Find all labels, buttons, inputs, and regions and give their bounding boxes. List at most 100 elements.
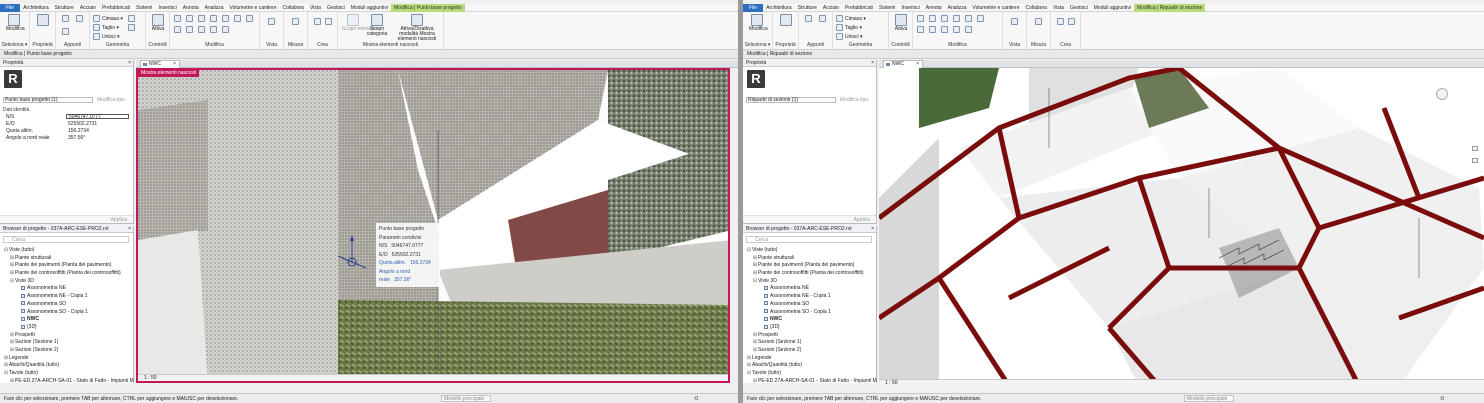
- tree-item[interactable]: ⊞Piante strutturali: [746, 255, 872, 263]
- tree-item[interactable]: ⊞Sezioni (Sezione 1): [3, 339, 129, 347]
- tree-item[interactable]: Assonometria NE - Copia 1: [3, 293, 129, 301]
- delete-icon[interactable]: [965, 26, 972, 33]
- move-icon[interactable]: [953, 15, 960, 22]
- cimasa-button[interactable]: Cimasa ▾: [845, 16, 866, 22]
- ribbon-tab[interactable]: Analizza: [202, 4, 227, 12]
- tree-item[interactable]: NWC: [746, 316, 872, 324]
- close-icon[interactable]: ×: [173, 61, 176, 68]
- offset-icon[interactable]: [186, 15, 193, 22]
- hide-icon[interactable]: [1011, 18, 1018, 25]
- ribbon-tab[interactable]: Vista: [1050, 4, 1067, 12]
- unisci-button[interactable]: Unisci ▾: [845, 34, 863, 40]
- ribbon-tab[interactable]: Sistemi: [876, 4, 898, 12]
- ribbon-tab[interactable]: Inserisci: [155, 4, 179, 12]
- hide-icon[interactable]: [268, 18, 275, 25]
- cimasa-button[interactable]: Cimasa ▾: [102, 16, 123, 22]
- tree-item[interactable]: ⊞Piante dei pavimenti (Pianta del pavime…: [3, 262, 129, 270]
- 3d-viewport[interactable]: 1 : 50: [879, 68, 1484, 386]
- scale-selector[interactable]: 1 : 50: [144, 375, 157, 381]
- close-icon[interactable]: ×: [128, 226, 131, 233]
- properties-button[interactable]: [35, 14, 51, 27]
- tree-item[interactable]: Assonometria SO - Copia 1: [746, 309, 872, 317]
- active-model-selector[interactable]: Modello principale: [1184, 395, 1234, 402]
- zoom-icon[interactable]: [1472, 158, 1478, 163]
- ribbon-tab[interactable]: Prefabbricati: [842, 4, 876, 12]
- ribbon-tab[interactable]: Volumetrie e cantiere: [970, 4, 1023, 12]
- ribbon-tab[interactable]: Architettura: [763, 4, 795, 12]
- ribbon-tab[interactable]: Inserisci: [898, 4, 922, 12]
- pin-icon[interactable]: [210, 26, 217, 33]
- tree-item[interactable]: ⊞PE-ED.27A-ARCH-SA-01 - Stato di Fatto -…: [3, 378, 134, 386]
- toggle-reveal-button[interactable]: Attiva/Disattiva modalità Mostra element…: [392, 14, 442, 42]
- tree-item[interactable]: ⊟Tavole (tutto): [746, 370, 872, 378]
- contextual-tab[interactable]: Modifica | Punto base progetto: [391, 3, 465, 12]
- scale-icon[interactable]: [941, 26, 948, 33]
- browser-search-input[interactable]: Cerca: [3, 236, 129, 243]
- ribbon-tab[interactable]: Gestisci: [1067, 4, 1091, 12]
- ribbon-tab[interactable]: Sistemi: [133, 4, 155, 12]
- wall-joins-icon[interactable]: [128, 15, 135, 22]
- unisci-button[interactable]: Unisci ▾: [102, 34, 120, 40]
- edit-type-button[interactable]: Modifica tipo: [840, 97, 868, 103]
- tree-item[interactable]: Assonometria NE - Copia 1: [746, 293, 872, 301]
- activate-button[interactable]: Attiva: [893, 14, 909, 32]
- ribbon-tab[interactable]: Volumetrie e cantiere: [227, 4, 280, 12]
- copy-element-icon[interactable]: [222, 15, 229, 22]
- measure-icon[interactable]: [1035, 18, 1042, 25]
- copy-icon[interactable]: [819, 15, 826, 22]
- ribbon-tab[interactable]: Gestisci: [324, 4, 348, 12]
- tab-nwc[interactable]: NWC ×: [140, 60, 180, 68]
- cope-icon[interactable]: [93, 15, 100, 22]
- tree-item[interactable]: {3D}: [3, 324, 129, 332]
- move-icon[interactable]: [210, 15, 217, 22]
- ribbon-tab[interactable]: Annota: [923, 4, 945, 12]
- tree-item[interactable]: Assonometria SO: [3, 301, 129, 309]
- tree-item[interactable]: ⊞Piante dei controsoffitti (Pianta dei c…: [746, 270, 872, 278]
- close-icon[interactable]: ×: [871, 60, 874, 67]
- create-group-icon[interactable]: [1057, 18, 1064, 25]
- properties-button[interactable]: [778, 14, 794, 27]
- paste-icon[interactable]: [62, 15, 69, 22]
- ribbon-tab[interactable]: Moduli aggiuntivi: [1091, 4, 1134, 12]
- join-icon[interactable]: [93, 33, 100, 40]
- tree-item[interactable]: ⊞Sezioni (Sezione 1): [746, 339, 872, 347]
- ribbon-tab[interactable]: Collabora: [1023, 4, 1050, 12]
- tree-item[interactable]: ⊞Piante dei pavimenti (Pianta del pavime…: [746, 262, 872, 270]
- create-similar-icon[interactable]: [1068, 18, 1075, 25]
- ribbon-tab[interactable]: Prefabbricati: [99, 4, 133, 12]
- type-selector[interactable]: Punto base progetto (1): [3, 97, 93, 103]
- align-icon[interactable]: [917, 15, 924, 22]
- ribbon-tab[interactable]: Strutture: [795, 4, 820, 12]
- trim-icon[interactable]: [246, 15, 253, 22]
- tree-item[interactable]: Assonometria SO - Copia 1: [3, 309, 129, 317]
- close-icon[interactable]: ×: [128, 60, 131, 67]
- tree-item[interactable]: Assonometria SO: [746, 301, 872, 309]
- tree-item[interactable]: ⊞Prospetti: [3, 332, 129, 340]
- tree-item[interactable]: ⊞Abachi/Quantità (tutto): [746, 362, 872, 370]
- unhide-element-button[interactable]: Scopri elemento: [342, 14, 378, 32]
- tree-item[interactable]: ⊞Piante dei controsoffitti (Pianta dei c…: [3, 270, 129, 278]
- ribbon-tab[interactable]: Acciaio: [820, 4, 842, 12]
- type-selector[interactable]: Riquadri di sezione (1): [746, 97, 836, 103]
- split-icon[interactable]: [917, 26, 924, 33]
- contextual-tab[interactable]: Modifica | Riquadri di sezione: [1134, 3, 1206, 12]
- create-similar-icon[interactable]: [325, 18, 332, 25]
- tree-item[interactable]: Assonometria NE: [746, 285, 872, 293]
- taglio-button[interactable]: Taglio ▾: [845, 25, 862, 31]
- split-icon[interactable]: [174, 26, 181, 33]
- rotate-icon[interactable]: [234, 15, 241, 22]
- ribbon-tab[interactable]: Acciaio: [77, 4, 99, 12]
- paste-icon[interactable]: [805, 15, 812, 22]
- modify-button[interactable]: Modifica: [749, 14, 768, 32]
- tab-file[interactable]: File: [0, 3, 21, 12]
- ribbon-tab[interactable]: Analizza: [945, 4, 970, 12]
- mirror-icon[interactable]: [941, 15, 948, 22]
- offset-icon[interactable]: [929, 15, 936, 22]
- tree-item[interactable]: NWC: [3, 316, 129, 324]
- tree-item[interactable]: ⊞Abachi/Quantità (tutto): [3, 362, 129, 370]
- property-value[interactable]: 156.2734: [66, 128, 129, 134]
- tab-nwc[interactable]: NWC ×: [883, 60, 923, 68]
- mirror-icon[interactable]: [198, 15, 205, 22]
- tree-item[interactable]: ⊟Viste (tutto): [746, 247, 872, 255]
- array-icon[interactable]: [929, 26, 936, 33]
